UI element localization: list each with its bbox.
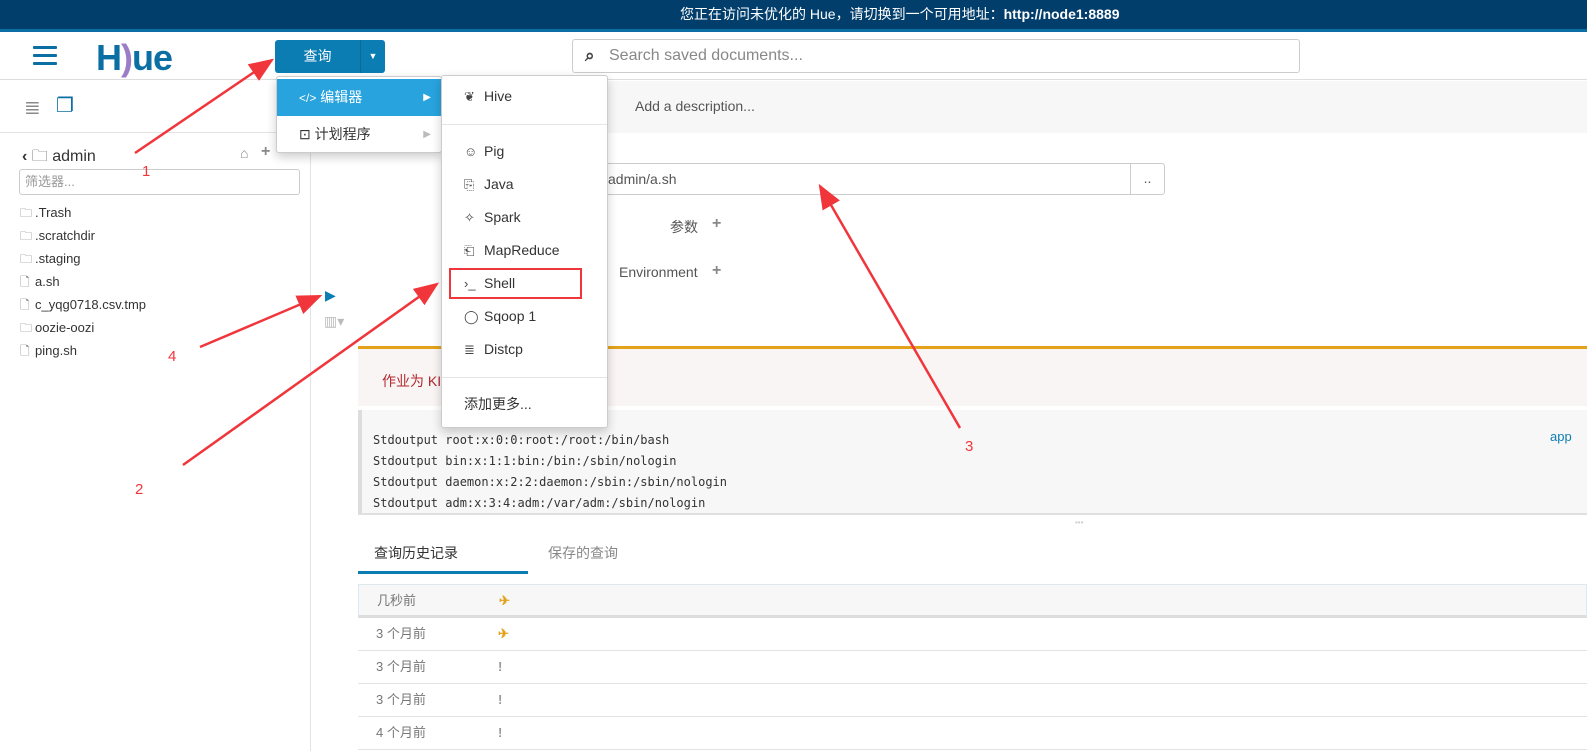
annotation-3: 3 (965, 438, 974, 455)
arrow-3 (818, 183, 962, 429)
annotation-2: 2 (135, 481, 144, 498)
arrow-4 (199, 294, 323, 349)
annotation-arrows (134, 58, 962, 467)
arrow-1 (134, 58, 275, 155)
annotation-4: 4 (168, 348, 177, 365)
arrow-2 (182, 282, 440, 467)
annotation-1: 1 (142, 163, 151, 180)
